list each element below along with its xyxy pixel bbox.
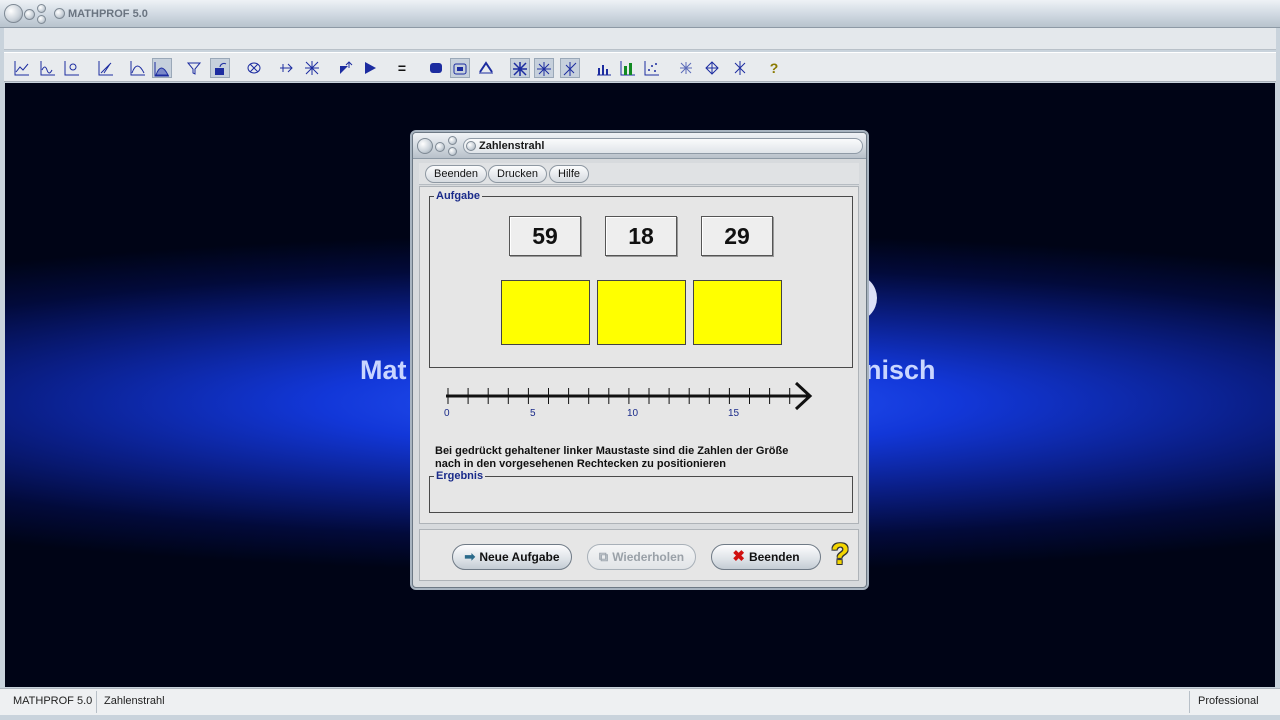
arrow-right-icon: ➡ [464,549,476,564]
dialog-menu-bar: Beenden Drucken Hilfe [419,163,859,185]
cube-icon[interactable] [426,58,446,78]
star-cross-icon-2[interactable] [534,58,554,78]
scatter-icon[interactable] [642,58,662,78]
background-title-right: nisch [865,355,936,385]
status-edition: Professional [1198,695,1259,707]
star-cross-icon-3[interactable] [560,58,580,78]
window-close-orb[interactable] [4,4,23,23]
hat-icon[interactable] [476,58,496,78]
status-app: MATHPROF 5.0 [13,695,93,707]
status-bar: MATHPROF 5.0 Zahlenstrahl Professional [0,688,1280,715]
rotate-icon[interactable] [210,58,230,78]
instruction-line-2: nach in den vorgesehenen Rechtecken zu p… [435,458,726,470]
instruction-line-1: Bei gedrückt gehaltener linker Maustaste… [435,445,789,457]
app-title: MATHPROF 5.0 [68,8,148,20]
dialog-maximize-orb[interactable] [448,136,457,145]
status-separator [1189,691,1190,713]
wiederholen-label: Wiederholen [612,550,685,564]
axis-label-0: 0 [444,408,450,419]
drop-target-2[interactable] [597,280,686,345]
cube-open-icon[interactable] [450,58,470,78]
wiederholen-button[interactable]: ⧉ Wiederholen [587,544,696,570]
number-card-3[interactable]: 29 [701,216,773,256]
toolbar: = ? [4,52,1276,82]
equals-icon[interactable]: = [392,58,412,78]
axis-label-15: 15 [728,408,740,419]
graph-axes-icon[interactable] [96,58,116,78]
dialog-restore-orb[interactable] [448,147,457,156]
star-icon[interactable] [730,58,750,78]
dialog-title: Zahlenstrahl [479,140,545,152]
help-question-icon[interactable]: ? [764,58,784,78]
dialog-title-orb-icon [466,141,476,151]
ergebnis-legend: Ergebnis [434,470,486,482]
menu-beenden[interactable]: Beenden [425,165,488,183]
dialog-content: Aufgabe 59 18 29 0 5 10 15 Bei gedrückt … [419,186,859,524]
graph-curve-icon[interactable] [128,58,148,78]
number-card-2[interactable]: 18 [605,216,677,256]
axis-label-5: 5 [530,408,536,419]
dialog-minimize-orb[interactable] [435,142,445,152]
menu-bar [4,28,1276,50]
main-title-bar: MATHPROF 5.0 [0,0,1280,28]
dialog-button-row: ➡ Neue Aufgabe ⧉ Wiederholen ✖ Beenden ? [419,529,859,581]
repeat-icon: ⧉ [598,549,609,564]
zahlenstrahl-dialog: Zahlenstrahl Beenden Drucken Hilfe Aufga… [412,132,867,588]
title-orb-icon [54,8,65,19]
background-title-left: Mat [360,355,407,385]
status-module: Zahlenstrahl [104,695,165,707]
graph-multi-icon[interactable] [38,58,58,78]
aufgabe-group: Aufgabe 59 18 29 [429,190,853,368]
asterisk-icon[interactable] [676,58,696,78]
dialog-title-bar: Zahlenstrahl [413,133,866,159]
shape-arrow-icon[interactable] [336,58,356,78]
graph-param-icon[interactable] [62,58,82,78]
instruction-text: Bei gedrückt gehaltener linker Maustaste… [435,445,855,471]
bottom-edge [0,715,1280,720]
arrow-cross-icon[interactable] [276,58,296,78]
graph-line-icon[interactable] [12,58,32,78]
status-separator [96,691,97,713]
diamond-icon[interactable] [702,58,722,78]
window-restore-orb[interactable] [37,15,46,24]
neue-aufgabe-label: Neue Aufgabe [479,550,560,564]
filter-icon[interactable] [184,58,204,78]
number-card-1[interactable]: 59 [509,216,581,256]
neue-aufgabe-button[interactable]: ➡ Neue Aufgabe [452,544,572,570]
star-cross-icon[interactable] [510,58,530,78]
play-icon[interactable] [360,58,380,78]
close-x-icon: ✖ [732,548,745,565]
aufgabe-legend: Aufgabe [434,190,482,202]
dialog-close-orb[interactable] [417,138,433,154]
ellipse-cross-icon[interactable] [244,58,264,78]
window-maximize-orb[interactable] [37,4,46,13]
menu-drucken[interactable]: Drucken [488,165,547,183]
bar-chart-icon[interactable] [594,58,614,78]
help-question-icon[interactable]: ? [831,538,849,572]
beenden-button[interactable]: ✖ Beenden [711,544,821,570]
window-minimize-orb[interactable] [24,9,35,20]
menu-hilfe[interactable]: Hilfe [549,165,590,183]
axis-label-10: 10 [627,408,639,419]
drop-target-1[interactable] [501,280,590,345]
drop-target-3[interactable] [693,280,782,345]
beenden-label: Beenden [748,550,800,564]
grid-cross-icon[interactable] [302,58,322,78]
bar-chart-green-icon[interactable] [618,58,638,78]
graph-area-icon[interactable] [152,58,172,78]
ergebnis-group: Ergebnis [429,470,853,513]
